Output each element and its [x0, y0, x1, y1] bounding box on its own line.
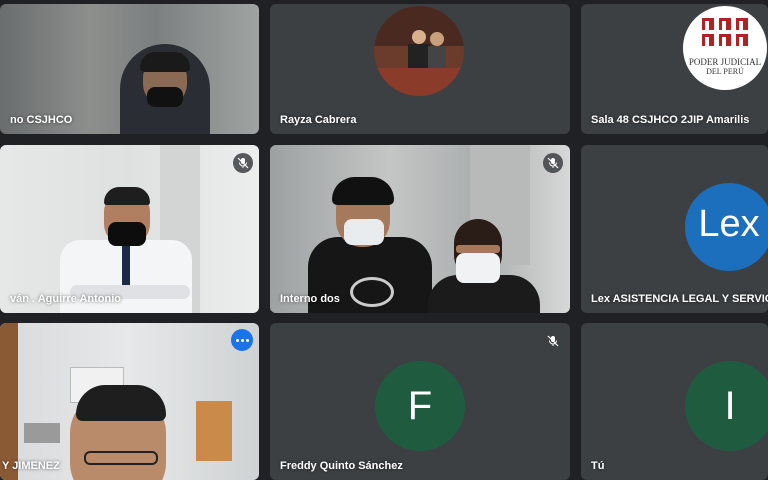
- participant-video: [270, 145, 570, 313]
- participant-tile-jimenez[interactable]: Y JIMENEZ: [0, 323, 259, 480]
- participant-name: Freddy Quinto Sánchez: [280, 460, 403, 472]
- participant-name: no CSJHCO: [10, 114, 73, 126]
- poder-judicial-emblem-icon: [702, 18, 748, 46]
- participant-tile-aguirre-antonio[interactable]: ván . Aguirre Antonio: [0, 145, 259, 313]
- participant-initial-avatar: I: [685, 361, 768, 451]
- participant-name: Sala 48 CSJHCO 2JIP Amarilis: [591, 114, 750, 126]
- logo-text-line1: PODER JUDICIAL: [688, 57, 762, 67]
- participant-tile-rayza-cabrera[interactable]: Rayza Cabrera: [270, 4, 570, 134]
- logo-text-line2: DEL PERÚ: [706, 67, 744, 76]
- profile-photo: [374, 6, 464, 96]
- mic-off-icon: [233, 153, 253, 173]
- participant-tile-freddy-quinto[interactable]: F Freddy Quinto Sánchez: [270, 323, 570, 480]
- participant-video: [0, 145, 259, 313]
- mic-off-icon: [543, 153, 563, 173]
- more-options-icon: [235, 338, 239, 342]
- participant-name: Y JIMENEZ: [2, 460, 60, 472]
- participant-tile-lex[interactable]: Lex Lex ASISTENCIA LEGAL Y SERVIC: [581, 145, 768, 313]
- participant-name: Rayza Cabrera: [280, 114, 357, 126]
- participant-name: Interno dos: [280, 293, 340, 305]
- participant-name: Tú: [591, 460, 605, 472]
- participant-name: ván . Aguirre Antonio: [10, 293, 122, 305]
- participant-tile-sala-48[interactable]: PODER JUDICIAL DEL PERÚ Sala 48 CSJHCO 2…: [581, 4, 768, 134]
- poder-judicial-logo: PODER JUDICIAL DEL PERÚ: [683, 6, 767, 90]
- participant-tile-self[interactable]: I Tú: [581, 323, 768, 480]
- participant-tile-csjhco[interactable]: no CSJHCO: [0, 4, 259, 134]
- participant-name: Lex ASISTENCIA LEGAL Y SERVIC: [591, 293, 768, 305]
- more-options-button[interactable]: [231, 329, 253, 351]
- participant-initial-avatar: F: [375, 361, 465, 451]
- participant-tile-interno-dos[interactable]: Interno dos: [270, 145, 570, 313]
- lex-logo: Lex: [685, 183, 768, 271]
- mic-off-icon: [543, 331, 563, 351]
- lex-logo-text: Lex: [698, 203, 760, 245]
- participant-video: [0, 323, 259, 480]
